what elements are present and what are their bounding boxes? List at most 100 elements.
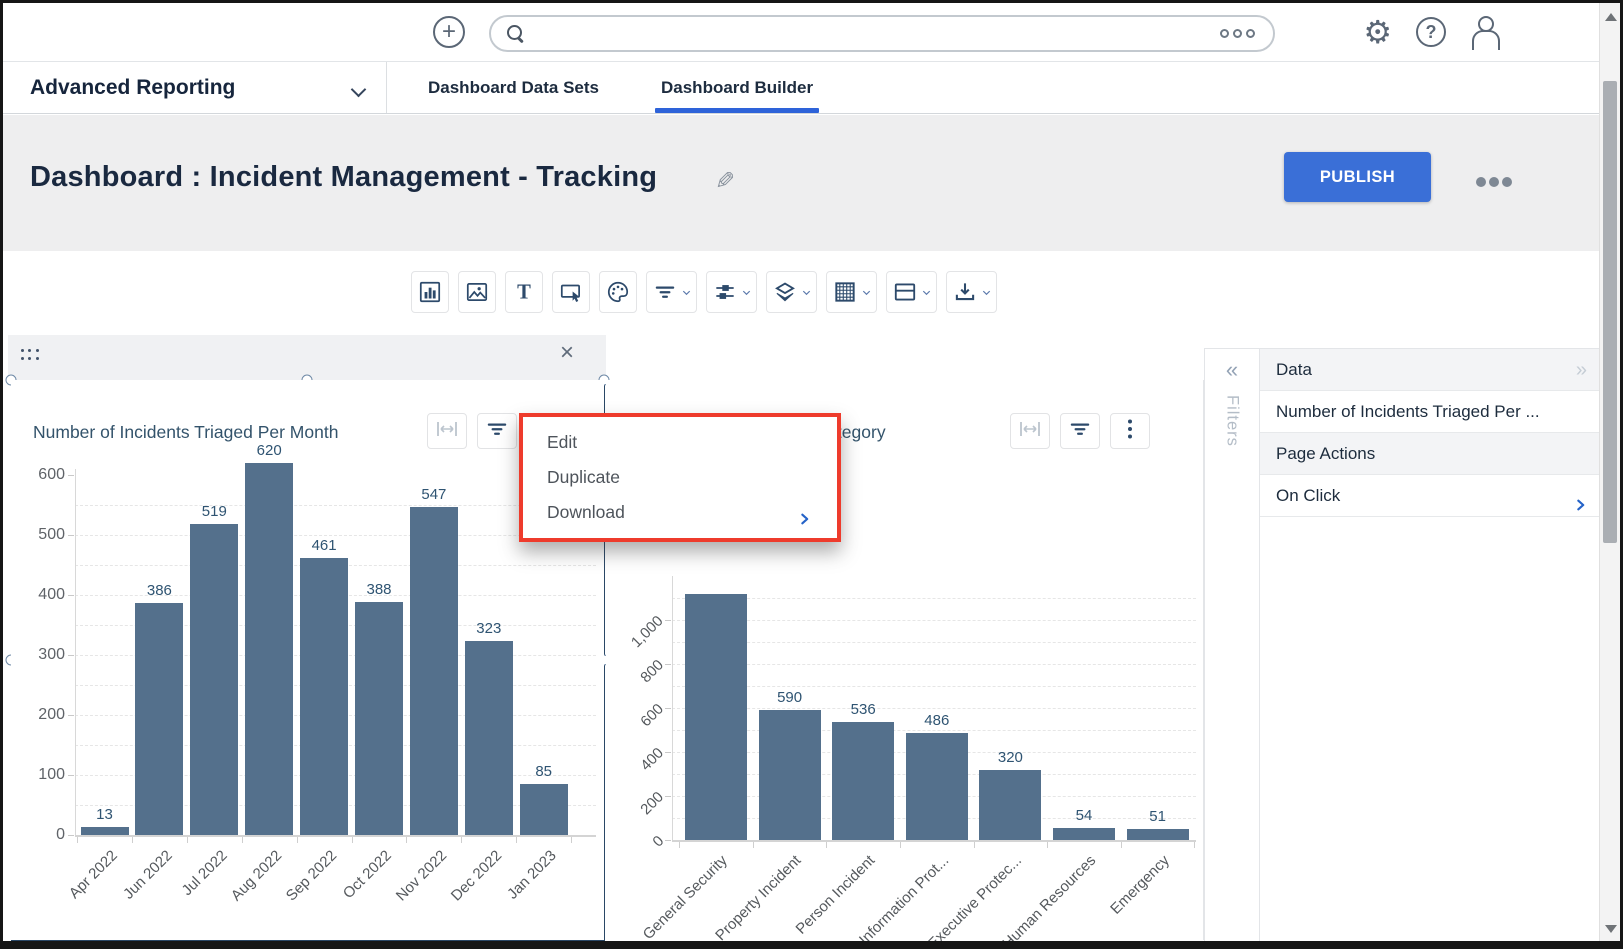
chart-filter-button[interactable] <box>1060 413 1100 449</box>
scroll-up-icon[interactable] <box>1605 13 1617 21</box>
layers-button[interactable] <box>766 271 817 313</box>
bar-aug-2022[interactable] <box>245 463 293 835</box>
y-axis-tick <box>665 664 671 665</box>
width-resize-button[interactable] <box>1010 413 1050 449</box>
width-resize-button[interactable] <box>427 413 467 449</box>
bar-apr-2022[interactable] <box>81 827 129 835</box>
panel-row-page-actions[interactable]: Page Actions <box>1260 433 1601 475</box>
bar-jul-2022[interactable] <box>190 524 238 835</box>
bar-value-label: 547 <box>404 486 464 503</box>
select-shape-button[interactable] <box>552 271 590 313</box>
x-axis-tick <box>516 837 517 843</box>
chevron-right-icon <box>1574 487 1587 529</box>
width-resize-icon <box>1017 418 1043 445</box>
bar-general-security[interactable] <box>685 594 747 840</box>
y-axis-tick <box>68 775 74 776</box>
download-button[interactable] <box>946 271 997 313</box>
menu-item-duplicate[interactable]: Duplicate <box>523 460 837 495</box>
more-options-icon[interactable] <box>1476 177 1512 187</box>
palette-icon <box>605 279 631 305</box>
x-axis-tick <box>753 842 754 848</box>
chevron-down-icon[interactable] <box>801 287 811 297</box>
vertical-scrollbar[interactable] <box>1599 3 1620 941</box>
chart-panel-incidents-per-month[interactable]: Number of Incidents Triaged Per Month 01… <box>11 380 604 940</box>
bar-information-prot[interactable] <box>906 733 968 840</box>
panel-row-on-click[interactable]: On Click <box>1260 475 1601 517</box>
builder-toolbar: T <box>3 251 1620 333</box>
bar-person-incident[interactable] <box>832 722 894 840</box>
edit-pencil-icon[interactable]: ✎ <box>715 167 735 196</box>
gridline <box>672 708 1196 709</box>
search-overflow-dots-icon[interactable] <box>1220 29 1255 38</box>
panel-row-number-of-incidents-triaged-per[interactable]: Number of Incidents Triaged Per ... <box>1260 391 1601 433</box>
insert-chart-button[interactable] <box>411 271 449 313</box>
chevron-down-icon[interactable] <box>681 287 691 297</box>
layout-button[interactable] <box>886 271 937 313</box>
bar-executive-protec[interactable] <box>979 770 1041 840</box>
filter-lines-icon <box>484 416 510 447</box>
bar-oct-2022[interactable] <box>355 602 403 835</box>
bar-human-resources[interactable] <box>1053 828 1115 840</box>
y-axis-tick <box>68 715 74 716</box>
panel-row-data[interactable]: Data» <box>1260 349 1601 391</box>
search-bar[interactable] <box>489 15 1275 52</box>
bar-chart-icon <box>417 279 443 305</box>
bar-jun-2022[interactable] <box>135 603 183 835</box>
y-axis-label: 200 <box>17 706 65 724</box>
bar-jan-2023[interactable] <box>520 784 568 835</box>
chart-filter-button[interactable] <box>477 413 517 449</box>
gridline <box>672 730 1196 731</box>
app-window: + ⚙ ? Advanced Reporting Dashboard Data … <box>0 0 1623 949</box>
filters-label: Filters <box>1223 395 1242 447</box>
app-menu[interactable]: Advanced Reporting <box>30 62 235 114</box>
distribute-button[interactable] <box>706 271 757 313</box>
bar-value-label: 620 <box>239 442 299 459</box>
chevron-down-icon[interactable] <box>981 287 991 297</box>
tab-dashboard-builder[interactable]: Dashboard Builder <box>661 62 813 114</box>
chart-more-options-button[interactable] <box>1110 413 1150 449</box>
help-icon[interactable]: ? <box>1416 17 1446 47</box>
publish-button[interactable]: PUBLISH <box>1284 152 1431 202</box>
style-palette-button[interactable] <box>599 271 637 313</box>
x-axis-line <box>672 840 1196 842</box>
bar-value-label: 486 <box>907 712 967 729</box>
x-axis-tick <box>406 837 407 843</box>
menu-item-download[interactable]: Download <box>523 495 837 530</box>
widget-drag-strip[interactable]: × <box>8 335 606 380</box>
x-axis-tick <box>826 842 827 848</box>
scroll-down-icon[interactable] <box>1605 925 1617 933</box>
gridline <box>75 505 596 506</box>
insert-image-button[interactable] <box>458 271 496 313</box>
chart-title: Number of Incidents Triaged Per Month <box>33 422 338 443</box>
bar-sep-2022[interactable] <box>300 558 348 835</box>
chevron-down-icon[interactable] <box>861 287 871 297</box>
y-axis-label: 200 <box>637 788 667 818</box>
settings-gear-icon[interactable]: ⚙ <box>1363 16 1392 48</box>
y-axis-tick <box>68 655 74 656</box>
grid-button[interactable] <box>826 271 877 313</box>
filters-strip: « Filters <box>1204 348 1260 941</box>
bar-property-incident[interactable] <box>759 710 821 840</box>
chevron-down-icon[interactable] <box>741 287 751 297</box>
chevron-down-icon[interactable] <box>351 82 367 98</box>
bar-nov-2022[interactable] <box>410 507 458 835</box>
collapse-left-icon[interactable]: « <box>1205 357 1259 383</box>
drag-handle-icon[interactable] <box>21 349 41 362</box>
bar-emergency[interactable] <box>1127 829 1189 840</box>
collapse-right-icon[interactable]: » <box>1576 349 1587 391</box>
tab-dashboard-data-sets[interactable]: Dashboard Data Sets <box>428 62 599 114</box>
user-profile-icon[interactable] <box>1470 16 1500 48</box>
search-input[interactable] <box>535 25 1210 43</box>
insert-text-button[interactable]: T <box>505 271 543 313</box>
close-icon[interactable]: × <box>560 339 574 367</box>
bar-dec-2022[interactable] <box>465 641 513 835</box>
chevron-down-icon[interactable] <box>921 287 931 297</box>
filter-button[interactable] <box>646 271 697 313</box>
scrollbar-thumb[interactable] <box>1603 81 1617 543</box>
menu-item-edit[interactable]: Edit <box>523 425 837 460</box>
y-axis-label: 0 <box>17 826 65 844</box>
x-axis-label: Dec 2022 <box>447 847 504 904</box>
y-axis-tick <box>665 708 671 709</box>
add-icon[interactable]: + <box>433 16 465 48</box>
y-axis-tick <box>665 796 671 797</box>
